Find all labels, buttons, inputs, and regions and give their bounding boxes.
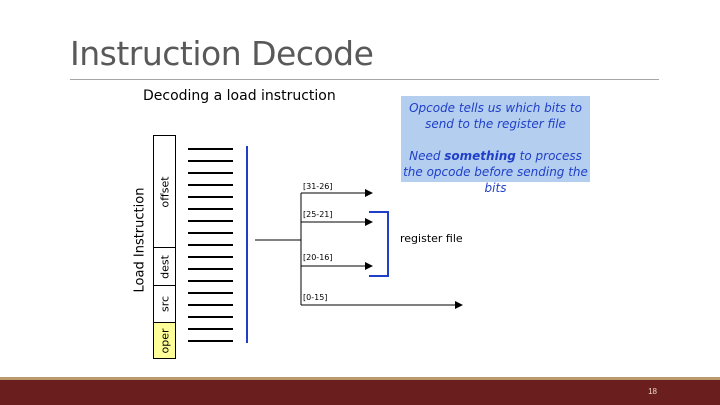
footer-bar — [0, 377, 720, 405]
bit-range-label: [25-21] — [303, 210, 333, 219]
bit-lines — [188, 148, 233, 342]
page-number: 18 — [648, 387, 657, 396]
register-file-label: register file — [400, 232, 463, 245]
bit-range-label: [31-26] — [303, 182, 333, 191]
bit-range-label: [20-16] — [303, 253, 333, 262]
bit-range-label: [0-15] — [303, 293, 328, 302]
decode-diagram — [188, 146, 463, 343]
